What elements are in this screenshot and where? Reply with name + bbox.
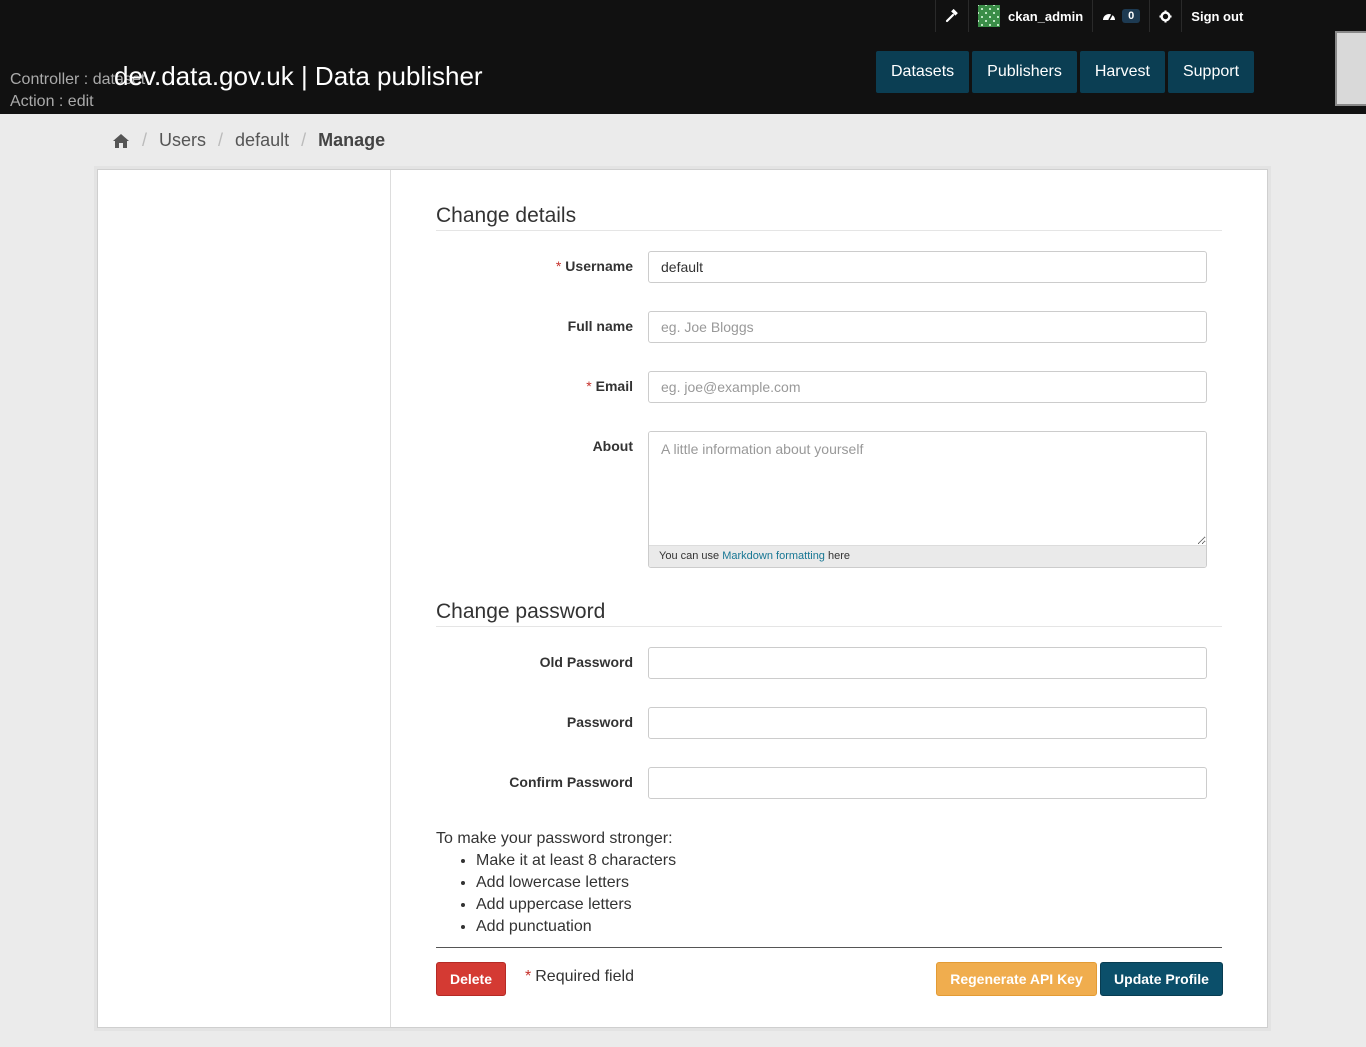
fullname-label: Full name	[567, 318, 633, 334]
breadcrumb-users[interactable]: Users	[159, 130, 206, 151]
email-label-text: Email	[595, 378, 633, 394]
scrollbar-thumb[interactable]	[1335, 31, 1366, 106]
breadcrumb-default[interactable]: default	[235, 130, 289, 151]
sidebar	[98, 170, 391, 1027]
breadcrumb-manage[interactable]: Manage	[318, 130, 385, 151]
username: ckan_admin	[1008, 8, 1084, 24]
required-marker: *	[586, 378, 592, 394]
about-field: You can use Markdown formatting here	[648, 431, 1207, 568]
email-label: * Email	[433, 378, 633, 394]
required-marker: *	[525, 968, 532, 985]
markdown-help: You can use Markdown formatting here	[649, 545, 1206, 567]
list-item: Make it at least 8 characters	[476, 850, 676, 872]
username-input[interactable]	[648, 251, 1207, 283]
username-label: * Username	[433, 258, 633, 274]
sign-out-link[interactable]: Sign out	[1181, 0, 1252, 32]
form-actions-divider	[436, 947, 1222, 948]
username-label-text: Username	[565, 258, 633, 274]
fullname-input[interactable]	[648, 311, 1207, 343]
delete-button[interactable]: Delete	[436, 962, 506, 996]
nav-support[interactable]: Support	[1167, 51, 1255, 93]
nav-datasets[interactable]: Datasets	[876, 51, 970, 93]
email-input[interactable]	[648, 371, 1207, 403]
nav-publishers[interactable]: Publishers	[972, 51, 1077, 93]
old-password-input[interactable]	[648, 647, 1207, 679]
password-label: Password	[566, 714, 633, 730]
gear-icon	[1159, 9, 1172, 23]
breadcrumb-separator: /	[218, 130, 224, 150]
debug-action: Action : edit	[10, 93, 94, 110]
update-profile-button[interactable]: Update Profile	[1100, 962, 1223, 996]
regenerate-api-key-button[interactable]: Regenerate API Key	[936, 962, 1097, 996]
about-textarea[interactable]	[649, 432, 1206, 545]
breadcrumb: / Users / default / Manage	[112, 130, 385, 151]
list-item: Add lowercase letters	[476, 872, 676, 894]
list-item: Add uppercase letters	[476, 894, 676, 916]
confirm-password-label: Confirm Password	[509, 774, 633, 790]
main-nav: Datasets Publishers Harvest Support	[876, 51, 1257, 93]
required-field-note: * Required field	[525, 968, 634, 986]
divider	[436, 230, 1222, 231]
password-tips-list: Make it at least 8 characters Add lowerc…	[476, 850, 676, 938]
markdown-link[interactable]: Markdown formatting	[722, 550, 825, 562]
required-note-text: Required field	[535, 968, 634, 985]
account-bar: ckan_admin 0 Sign out	[935, 0, 1252, 32]
activity-count-badge: 0	[1122, 9, 1141, 23]
content-panel: Change details *Username Full name *Emai…	[97, 169, 1268, 1028]
dashboard-link[interactable]: 0	[1092, 0, 1149, 32]
required-marker: *	[555, 258, 562, 274]
markdown-help-suffix: here	[828, 550, 851, 562]
sign-out-label: Sign out	[1191, 8, 1244, 24]
breadcrumb-separator: /	[142, 130, 148, 150]
hammer-icon	[945, 9, 958, 23]
user-link[interactable]: ckan_admin	[968, 0, 1092, 32]
markdown-help-prefix: You can use	[659, 550, 720, 562]
sysadmin-link[interactable]	[935, 0, 968, 32]
about-label: About	[592, 438, 633, 454]
change-password-heading: Change password	[436, 600, 606, 623]
confirm-password-input[interactable]	[648, 767, 1207, 799]
divider	[436, 626, 1222, 627]
password-tips-title: To make your password stronger:	[436, 830, 673, 847]
change-details-heading: Change details	[436, 204, 577, 227]
avatar	[978, 5, 1000, 27]
settings-link[interactable]	[1149, 0, 1181, 32]
password-tips: To make your password stronger: Make it …	[436, 828, 676, 938]
breadcrumb-separator: /	[301, 130, 307, 150]
masthead: Controller : dataset Action : edit dev.d…	[0, 0, 1366, 114]
dashboard-icon	[1103, 14, 1116, 21]
list-item: Add punctuation	[476, 916, 676, 938]
nav-harvest[interactable]: Harvest	[1079, 51, 1165, 93]
password-input[interactable]	[648, 707, 1207, 739]
site-title[interactable]: dev.data.gov.uk | Data publisher	[114, 60, 483, 92]
home-icon[interactable]	[112, 133, 130, 149]
old-password-label: Old Password	[539, 654, 633, 670]
